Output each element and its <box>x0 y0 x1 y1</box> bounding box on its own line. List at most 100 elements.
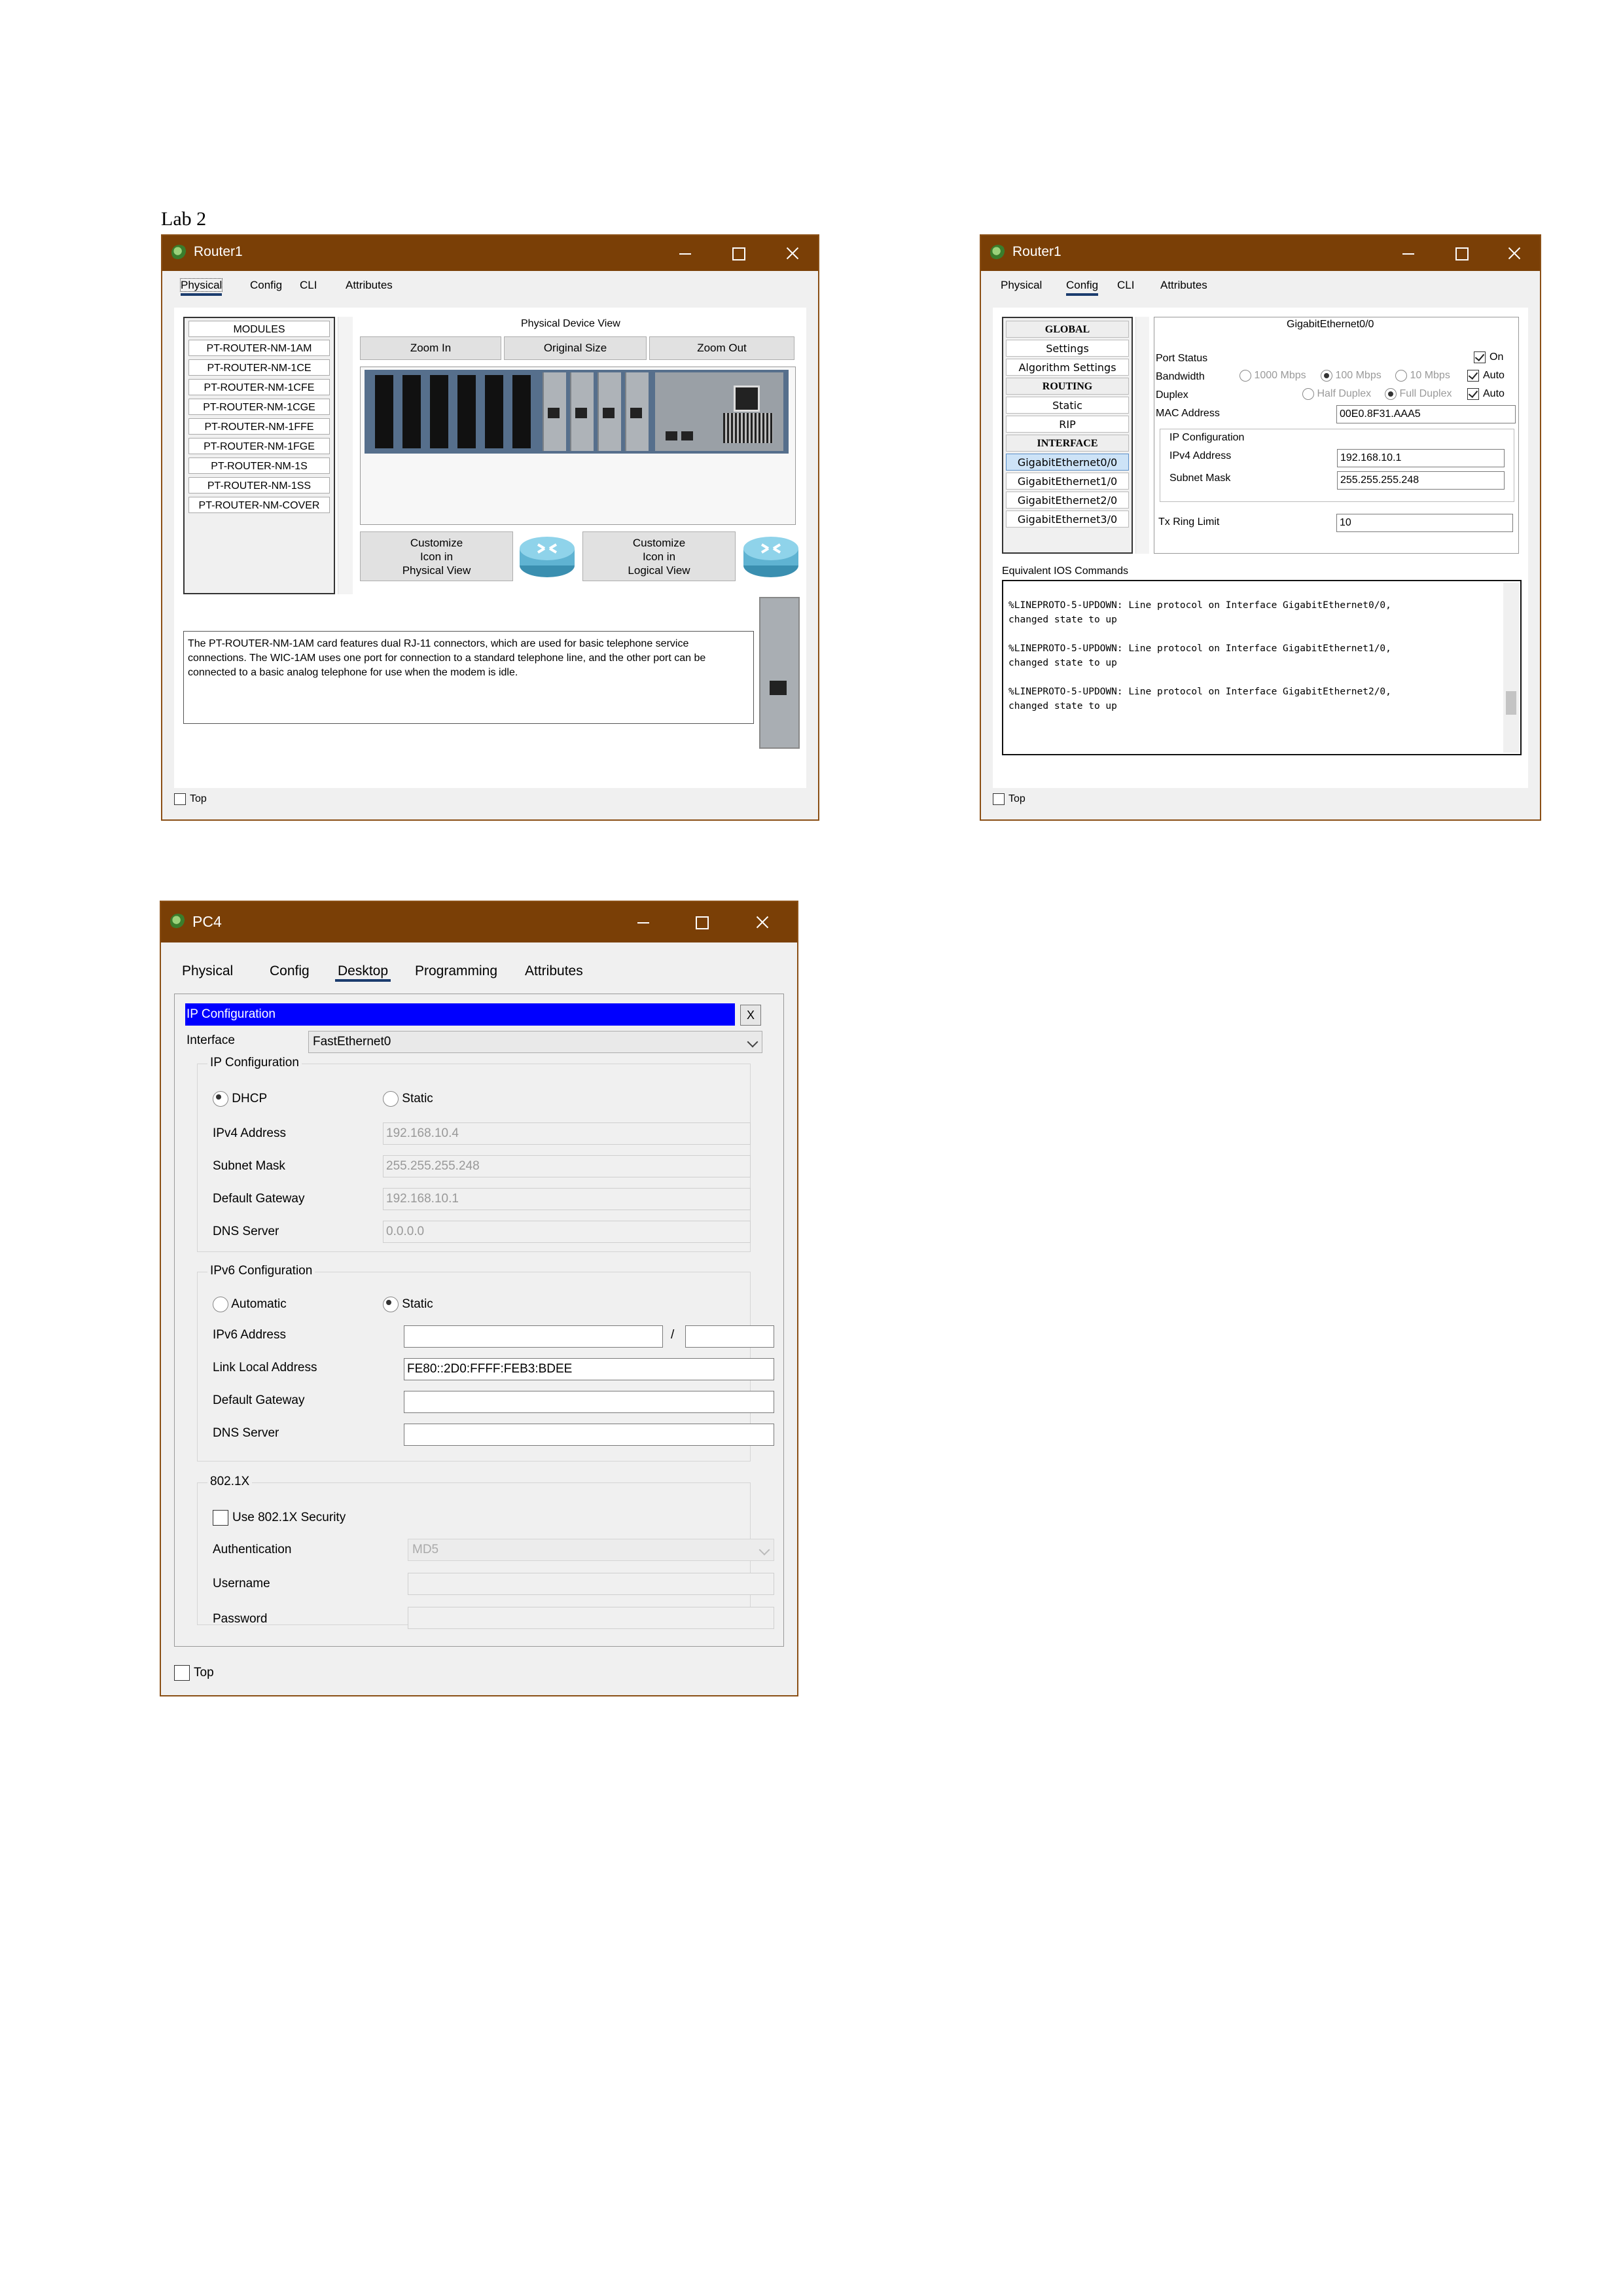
router-icon <box>743 537 798 577</box>
power-switch <box>734 386 760 412</box>
bandwidth-10[interactable]: 10 Mbps <box>1395 370 1450 382</box>
ios-console[interactable]: %LINEPROTO-5-UPDOWN: Line protocol on In… <box>1002 580 1522 755</box>
ipv6-prefix-field[interactable] <box>685 1325 774 1348</box>
password-field[interactable] <box>408 1607 774 1629</box>
router-icon <box>520 537 575 577</box>
top-checkbox[interactable] <box>174 1665 190 1681</box>
interface-select[interactable]: FastEthernet0 <box>308 1031 762 1053</box>
module-item[interactable]: PT-ROUTER-NM-COVER <box>188 497 330 513</box>
tx-ring-limit-field[interactable]: 10 <box>1336 514 1513 532</box>
top-checkbox-row[interactable]: Top <box>174 793 207 805</box>
static-radio[interactable]: Static <box>383 1091 433 1107</box>
close-button[interactable] <box>777 241 806 266</box>
module-item[interactable]: PT-ROUTER-NM-1FFE <box>188 418 330 435</box>
sidebar-item-gig2-0[interactable]: GigabitEthernet2/0 <box>1006 492 1129 509</box>
tab-cli[interactable]: CLI <box>300 279 317 292</box>
duplex-auto[interactable]: Auto <box>1467 388 1505 400</box>
bandwidth-1000[interactable]: 1000 Mbps <box>1240 370 1306 382</box>
customize-physical-icon-button[interactable]: Customize Icon in Physical View <box>360 531 513 581</box>
maximize-button[interactable] <box>724 241 753 266</box>
customize-logical-icon-button[interactable]: Customize Icon in Logical View <box>582 531 736 581</box>
router-chassis <box>365 370 789 454</box>
bandwidth-100[interactable]: 100 Mbps <box>1321 370 1382 382</box>
mac-address-field[interactable]: 00E0.8F31.AAA5 <box>1336 405 1516 423</box>
tab-attributes[interactable]: Attributes <box>1160 279 1207 292</box>
sidebar-item-static[interactable]: Static <box>1006 397 1129 414</box>
dns-server-field[interactable]: 0.0.0.0 <box>383 1221 751 1243</box>
static6-radio[interactable]: Static <box>383 1297 433 1312</box>
half-duplex[interactable]: Half Duplex <box>1302 388 1371 400</box>
automatic-radio[interactable]: Automatic <box>213 1297 287 1312</box>
tab-config[interactable]: Config <box>250 279 282 292</box>
close-button[interactable] <box>1499 241 1528 266</box>
tab-cli[interactable]: CLI <box>1117 279 1134 292</box>
module-item[interactable]: PT-ROUTER-NM-1CE <box>188 359 330 376</box>
ipv4-address-field[interactable]: 192.168.10.4 <box>383 1122 751 1145</box>
ipv6-dns-field[interactable] <box>404 1424 774 1446</box>
top-checkbox[interactable] <box>993 793 1005 805</box>
use-dot1x-checkbox-row[interactable]: Use 802.1X Security <box>213 1510 346 1526</box>
tx-ring-limit-label: Tx Ring Limit <box>1158 516 1220 528</box>
tab-physical[interactable]: Physical <box>179 278 223 296</box>
minimize-button[interactable] <box>671 241 700 266</box>
top-checkbox-row[interactable]: Top <box>174 1665 214 1681</box>
tab-programming[interactable]: Programming <box>415 963 497 979</box>
tab-config[interactable]: Config <box>1066 279 1099 296</box>
maximize-button[interactable] <box>687 910 716 935</box>
sidebar-item-gig0-0[interactable]: GigabitEthernet0/0 <box>1006 454 1129 471</box>
top-checkbox[interactable] <box>174 793 186 805</box>
authentication-select[interactable]: MD5 <box>408 1539 774 1561</box>
close-button[interactable] <box>747 910 776 935</box>
full-duplex[interactable]: Full Duplex <box>1385 388 1452 400</box>
tab-desktop[interactable]: Desktop <box>335 963 391 982</box>
minimize-button[interactable] <box>1395 241 1423 266</box>
console-scroll-thumb[interactable] <box>1506 691 1516 715</box>
module-item[interactable]: PT-ROUTER-NM-1S <box>188 457 330 474</box>
module-item[interactable]: PT-ROUTER-NM-1CFE <box>188 379 330 395</box>
title-bar[interactable]: Router1 <box>981 236 1540 271</box>
module-item[interactable]: PT-ROUTER-NM-1FGE <box>188 438 330 454</box>
title-bar[interactable]: Router1 <box>162 236 818 271</box>
console-scrollbar[interactable] <box>1503 583 1519 753</box>
modules-list[interactable]: MODULES PT-ROUTER-NM-1AM PT-ROUTER-NM-1C… <box>183 317 335 594</box>
subnet-mask-field[interactable]: 255.255.255.248 <box>383 1155 751 1177</box>
username-field[interactable] <box>408 1573 774 1595</box>
physical-device-view[interactable] <box>360 367 796 525</box>
modules-scrollbar[interactable] <box>338 317 353 594</box>
top-checkbox-row[interactable]: Top <box>993 793 1026 805</box>
sidebar-item-gig3-0[interactable]: GigabitEthernet3/0 <box>1006 511 1129 528</box>
sidebar-item-rip[interactable]: RIP <box>1006 416 1129 433</box>
sidebar-item-gig1-0[interactable]: GigabitEthernet1/0 <box>1006 473 1129 490</box>
default-gateway-field[interactable]: 192.168.10.1 <box>383 1188 751 1210</box>
link-local-field[interactable]: FE80::2D0:FFFF:FEB3:BDEE <box>404 1358 774 1380</box>
bandwidth-auto[interactable]: Auto <box>1467 370 1505 382</box>
tab-physical[interactable]: Physical <box>182 963 233 979</box>
tab-physical[interactable]: Physical <box>1001 279 1042 292</box>
ipv6-group-title: IPv6 Configuration <box>207 1264 315 1278</box>
module-item[interactable]: PT-ROUTER-NM-1CGE <box>188 399 330 415</box>
zoom-in-button[interactable]: Zoom In <box>360 336 501 360</box>
tab-attributes[interactable]: Attributes <box>346 279 393 292</box>
sidebar-item-settings[interactable]: Settings <box>1006 340 1129 357</box>
port-status-on[interactable]: On <box>1474 351 1503 363</box>
subnet-mask-field[interactable]: 255.255.255.248 <box>1337 471 1505 490</box>
ipv4-address-field[interactable]: 192.168.10.1 <box>1337 449 1505 467</box>
sidebar-scrollbar[interactable] <box>1135 317 1149 554</box>
ip-config-close-button[interactable]: X <box>740 1005 761 1026</box>
sidebar-item-algorithm-settings[interactable]: Algorithm Settings <box>1006 359 1129 376</box>
port-status-checkbox[interactable] <box>1474 351 1486 363</box>
tab-config[interactable]: Config <box>270 963 310 979</box>
minimize-button[interactable] <box>630 910 658 935</box>
zoom-out-button[interactable]: Zoom Out <box>649 336 794 360</box>
ipv6-address-field[interactable] <box>404 1325 663 1348</box>
use-dot1x-checkbox[interactable] <box>213 1510 228 1526</box>
title-bar[interactable]: PC4 <box>161 902 797 942</box>
dhcp-radio[interactable]: DHCP <box>213 1091 267 1107</box>
module-item[interactable]: PT-ROUTER-NM-1AM <box>188 340 330 356</box>
ipv6-gateway-field[interactable] <box>404 1391 774 1413</box>
maximize-button[interactable] <box>1447 241 1476 266</box>
module-item[interactable]: PT-ROUTER-NM-1SS <box>188 477 330 493</box>
original-size-button[interactable]: Original Size <box>504 336 647 360</box>
chevron-down-icon <box>747 1036 758 1048</box>
tab-attributes[interactable]: Attributes <box>525 963 583 979</box>
